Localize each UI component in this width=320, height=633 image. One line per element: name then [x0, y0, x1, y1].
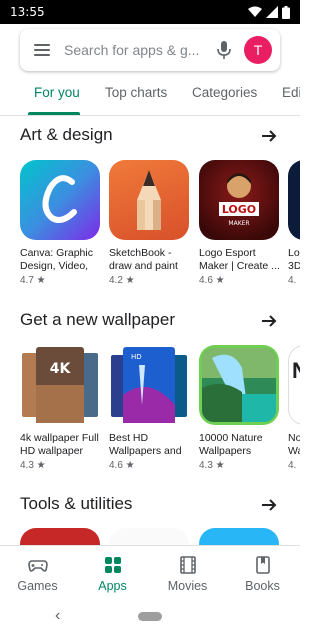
partial-app-icon: [288, 160, 300, 240]
active-tab-indicator: [28, 112, 80, 115]
mic-icon[interactable]: [214, 40, 234, 60]
app-name: Best HD Wallpapers and ...: [109, 432, 182, 457]
app-card-partial[interactable]: Lo 3D 4.: [288, 160, 300, 286]
hd-icon-label: HD: [131, 353, 142, 361]
app-card-canva[interactable]: Canva: Graphic Design, Video, C... 4.7 ★: [20, 160, 102, 286]
app-rating: 4.6 ★: [199, 275, 225, 286]
book-icon: [255, 555, 270, 574]
app-name: 4k wallpaper Full HD wallpaper (b...: [20, 432, 99, 457]
tools-app-icon-3[interactable]: [199, 528, 279, 545]
status-bar: 13:55: [0, 0, 300, 24]
logo-subtext: MAKER: [228, 220, 249, 227]
app-rating: 4.7 ★: [20, 275, 46, 286]
status-time: 13:55: [10, 5, 45, 19]
best-hd-icon: HD: [109, 345, 189, 425]
logo-text: LOGO: [222, 203, 256, 216]
logo-esport-icon: LOGO MAKER: [199, 160, 279, 240]
section-title-wallpaper[interactable]: Get a new wallpaper: [20, 310, 175, 330]
app-rating: 4.6 ★: [109, 460, 135, 471]
app-name: Canva: Graphic Design, Video, C...: [20, 247, 93, 272]
avatar[interactable]: T: [244, 36, 272, 64]
app-card-nature-wallpapers[interactable]: 10000 Nature Wallpapers 4.3 ★: [199, 345, 281, 471]
app-name: Lo 3D: [288, 247, 300, 272]
apps-grid-icon: [104, 556, 121, 573]
app-rating: 4.: [288, 275, 297, 286]
film-icon: [179, 555, 196, 574]
nav-apps[interactable]: Apps: [75, 546, 150, 601]
app-name: SketchBook - draw and paint: [109, 247, 178, 272]
tab-editors-choice[interactable]: Edit: [282, 85, 300, 100]
partial-app-icon: N: [288, 345, 300, 425]
nav-label: Apps: [98, 578, 127, 593]
bottom-nav: Games Apps Movies Books: [0, 545, 300, 601]
app-rating: 4.3 ★: [20, 460, 46, 471]
sketchbook-icon: [109, 160, 189, 240]
tab-categories[interactable]: Categories: [192, 85, 257, 100]
status-icons: [248, 5, 290, 19]
app-rating: 4.: [288, 460, 297, 471]
canva-icon: [20, 160, 100, 240]
app-card-logo-esport[interactable]: LOGO MAKER Logo Esport Maker | Create ..…: [199, 160, 281, 286]
app-name: No Wa: [288, 432, 300, 457]
nav-books[interactable]: Books: [225, 546, 300, 601]
nav-games[interactable]: Games: [0, 546, 75, 601]
back-icon[interactable]: ‹: [55, 607, 60, 625]
nature-wallpapers-icon: [199, 345, 279, 425]
app-card-best-hd[interactable]: HD Best HD Wallpapers and ... 4.6 ★: [109, 345, 191, 471]
tab-for-you[interactable]: For you: [34, 85, 80, 100]
arrow-right-icon[interactable]: [260, 496, 278, 514]
nav-label: Movies: [167, 578, 208, 593]
4k-icon-label: 4K: [50, 361, 72, 377]
app-name: 10000 Nature Wallpapers: [199, 432, 263, 457]
app-rating: 4.2 ★: [109, 275, 135, 286]
tools-app-icon-2[interactable]: [109, 528, 189, 545]
section-title-tools[interactable]: Tools & utilities: [20, 494, 132, 514]
tools-app-icon-1[interactable]: [20, 528, 100, 545]
tab-top-charts[interactable]: Top charts: [105, 85, 167, 100]
wifi-icon: [248, 6, 262, 17]
partial-app-letter: N: [292, 358, 300, 384]
battery-icon: [282, 5, 290, 19]
arrow-right-icon[interactable]: [260, 312, 278, 330]
app-card-4k-wallpaper[interactable]: 4K 4k wallpaper Full HD wallpaper (b... …: [20, 345, 102, 471]
arrow-right-icon[interactable]: [260, 127, 278, 145]
4k-wallpaper-icon: 4K: [20, 345, 100, 425]
search-bar[interactable]: Search for apps & g... T: [20, 29, 280, 71]
menu-icon[interactable]: [34, 44, 50, 56]
nav-label: Games: [17, 578, 58, 593]
top-tabs: For you Top charts Categories Edit: [0, 72, 300, 116]
system-nav-bar: ‹: [0, 601, 300, 633]
nav-label: Books: [245, 578, 280, 593]
nav-movies[interactable]: Movies: [150, 546, 225, 601]
app-card-sketchbook[interactable]: SketchBook - draw and paint 4.2 ★: [109, 160, 191, 286]
home-pill[interactable]: [138, 612, 162, 621]
app-rating: 4.3 ★: [199, 460, 225, 471]
signal-icon: [266, 6, 278, 18]
app-card-partial[interactable]: N No Wa 4.: [288, 345, 300, 471]
gamepad-icon: [27, 559, 48, 572]
app-name: Logo Esport Maker | Create ...: [199, 247, 280, 272]
search-input[interactable]: Search for apps & g...: [64, 42, 206, 58]
section-title-art-design[interactable]: Art & design: [20, 125, 113, 145]
